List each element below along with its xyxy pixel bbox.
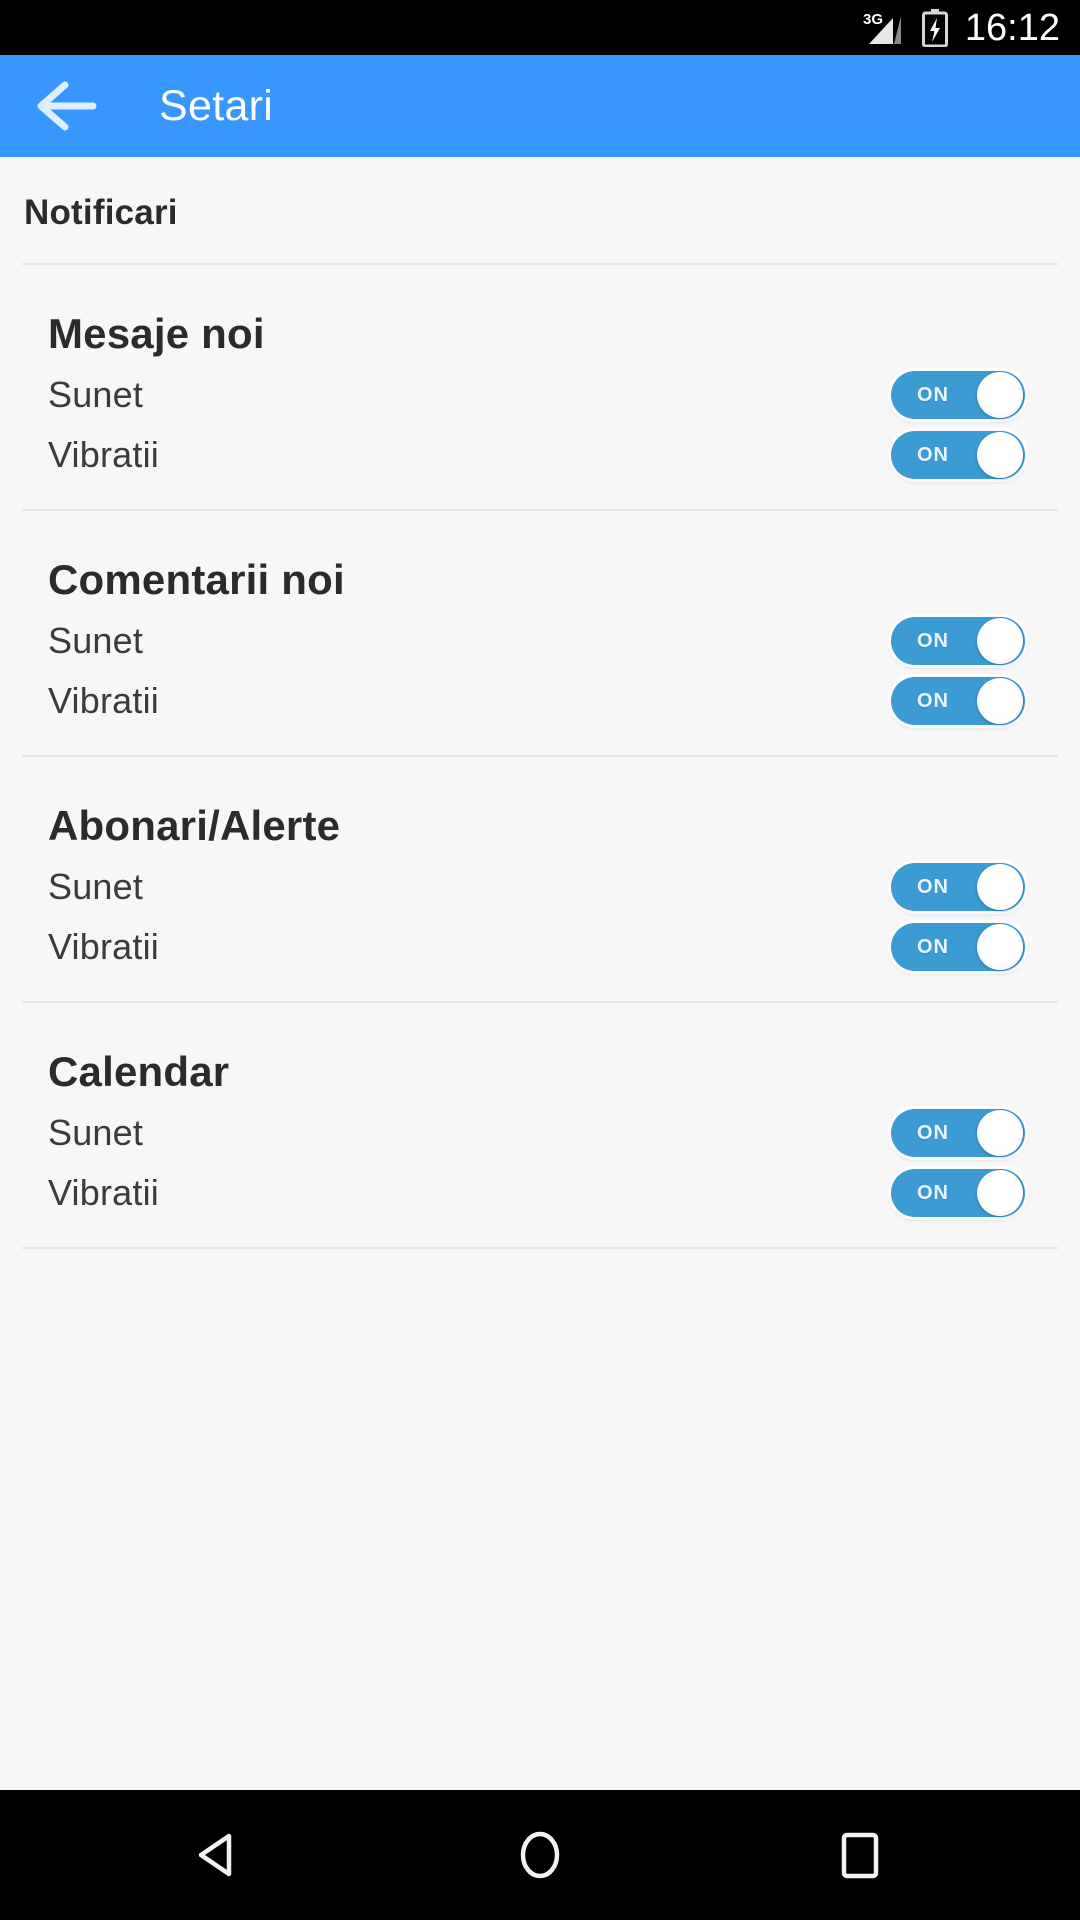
divider (22, 1247, 1058, 1249)
toggle-switch-sound[interactable]: ON (891, 863, 1025, 911)
row-label: Vibratii (48, 926, 159, 967)
toggle-state-label: ON (917, 1181, 949, 1204)
group-title: Calendar (48, 1048, 230, 1095)
settings-row[interactable]: Vibratii ON (0, 671, 1080, 731)
toggle-knob (977, 678, 1023, 724)
settings-row[interactable]: Sunet ON (0, 611, 1080, 671)
status-bar: 3G 16:12 (0, 0, 1080, 55)
toggle-knob (977, 1170, 1023, 1216)
settings-row[interactable]: Sunet ON (0, 365, 1080, 425)
toggle-switch-vibration[interactable]: ON (891, 1169, 1025, 1217)
network-type-label: 3G (863, 11, 883, 28)
toggle-knob (977, 432, 1023, 478)
toggle-state-label: ON (917, 875, 949, 898)
back-button[interactable] (30, 69, 104, 143)
row-label: Vibratii (48, 1172, 159, 1213)
toggle-state-label: ON (917, 443, 949, 466)
group-title: Abonari/Alerte (48, 802, 341, 849)
toggle-state-label: ON (917, 383, 949, 406)
settings-content: Notificari Mesaje noi Sunet ON Vibratii … (0, 157, 1080, 1790)
toggle-switch-sound[interactable]: ON (891, 371, 1025, 419)
nav-home-circle-icon (520, 1831, 560, 1879)
toggle-switch-sound[interactable]: ON (891, 1109, 1025, 1157)
status-bar-clock: 16:12 (964, 6, 1060, 49)
toggle-knob (977, 1110, 1023, 1156)
phone-screen: 3G 16:12 Setari Notificari Mesaje noi Su… (0, 0, 1080, 1920)
row-label: Vibratii (48, 680, 159, 721)
settings-row[interactable]: Sunet ON (0, 1103, 1080, 1163)
group-title: Mesaje noi (48, 310, 265, 357)
toggle-knob (977, 864, 1023, 910)
group-title: Comentarii noi (48, 556, 345, 603)
settings-group: Comentarii noi Sunet ON Vibratii ON (0, 511, 1080, 755)
nav-back-triangle-icon (198, 1833, 232, 1877)
toggle-state-label: ON (917, 1121, 949, 1144)
battery-charging-icon (921, 8, 948, 47)
toggle-state-label: ON (917, 629, 949, 652)
row-label: Sunet (48, 620, 144, 661)
section-header-notifications: Notificari (24, 193, 178, 232)
row-label: Sunet (48, 1112, 144, 1153)
toggle-switch-vibration[interactable]: ON (891, 923, 1025, 971)
row-label: Sunet (48, 866, 144, 907)
settings-row[interactable]: Vibratii ON (0, 1163, 1080, 1223)
settings-group: Abonari/Alerte Sunet ON Vibratii ON (0, 757, 1080, 1001)
nav-back-button[interactable] (150, 1800, 290, 1910)
settings-group: Mesaje noi Sunet ON Vibratii ON (0, 265, 1080, 509)
settings-row[interactable]: Sunet ON (0, 857, 1080, 917)
android-navigation-bar (0, 1790, 1080, 1920)
toggle-knob (977, 618, 1023, 664)
settings-row[interactable]: Vibratii ON (0, 425, 1080, 485)
nav-home-button[interactable] (470, 1800, 610, 1910)
nav-recents-square-icon (841, 1832, 879, 1879)
toggle-switch-vibration[interactable]: ON (891, 431, 1025, 479)
toggle-state-label: ON (917, 935, 949, 958)
row-label: Sunet (48, 374, 144, 415)
toggle-state-label: ON (917, 689, 949, 712)
settings-row[interactable]: Vibratii ON (0, 917, 1080, 977)
settings-group: Calendar Sunet ON Vibratii ON (0, 1003, 1080, 1247)
toggle-knob (977, 372, 1023, 418)
app-bar: Setari (0, 55, 1080, 157)
toggle-switch-vibration[interactable]: ON (891, 677, 1025, 725)
signal-bars-icon: 3G (863, 11, 901, 44)
toggle-knob (977, 924, 1023, 970)
arrow-left-icon (37, 81, 97, 131)
nav-recents-button[interactable] (790, 1800, 930, 1910)
page-title: Setari (159, 81, 274, 130)
row-label: Vibratii (48, 434, 159, 475)
toggle-switch-sound[interactable]: ON (891, 617, 1025, 665)
